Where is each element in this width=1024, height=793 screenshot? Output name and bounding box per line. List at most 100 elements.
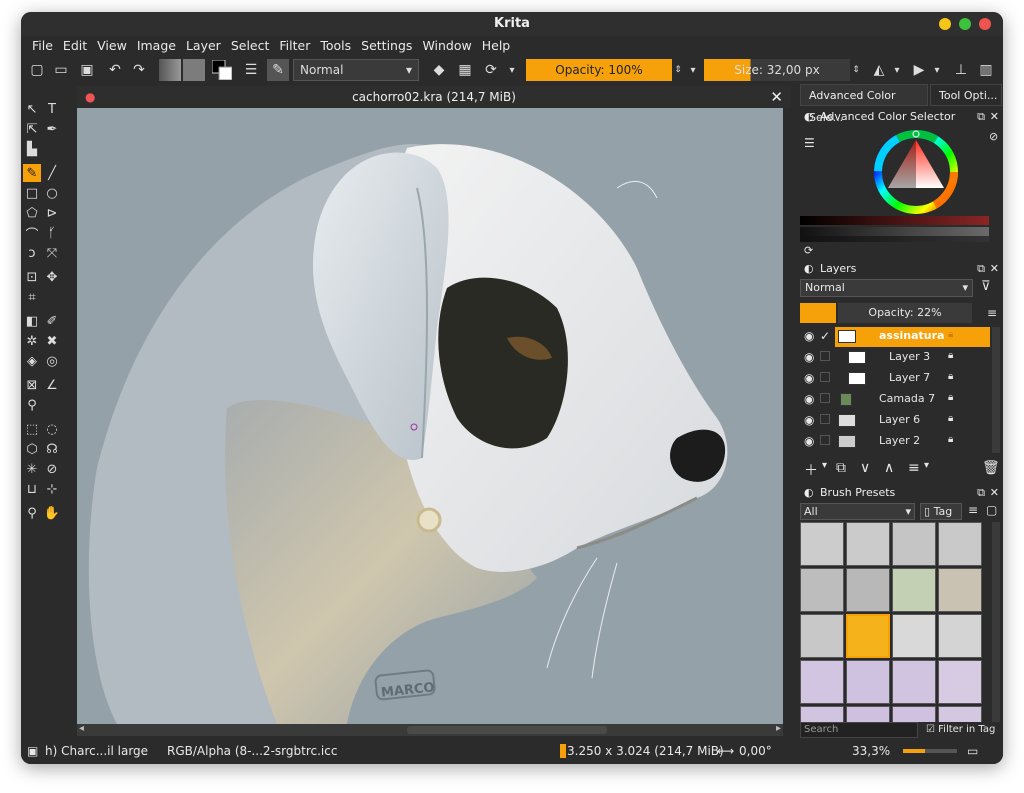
brush-preset-tile[interactable]: [800, 706, 844, 722]
brush-preset-tile[interactable]: [800, 568, 844, 612]
layer-checkbox[interactable]: [820, 435, 830, 445]
menu-window[interactable]: Window: [417, 36, 476, 56]
brush-preset-icon[interactable]: ✎: [267, 59, 289, 81]
freehand-brush-icon[interactable]: ✎: [23, 164, 41, 182]
brush-preset-tile[interactable]: [892, 614, 936, 658]
brush-preset-tile[interactable]: [846, 522, 890, 566]
tag-button[interactable]: ▯ Tag: [920, 503, 962, 520]
close-panel-icon[interactable]: ✕: [990, 108, 999, 126]
brush-preset-tile[interactable]: [800, 614, 844, 658]
filter-in-tag-checkbox[interactable]: ☑ Filter in Tag: [926, 722, 995, 738]
layer-row[interactable]: ◉ ✓ assinatura 🔒︎: [800, 327, 990, 347]
new-document-icon[interactable]: ▢: [27, 59, 47, 81]
refresh-palette-icon[interactable]: ⟳: [804, 244, 813, 257]
layer-lock-icon[interactable]: 🔒︎: [948, 350, 953, 361]
color-picker-icon[interactable]: ✐: [43, 312, 61, 330]
wrap-around-icon[interactable]: ⊥: [951, 59, 971, 81]
multibrush-icon[interactable]: ⤧: [43, 244, 61, 262]
layer-row[interactable]: ◉ Layer 2 🔒︎: [800, 432, 990, 452]
layer-lock-icon[interactable]: 🔒︎: [948, 434, 953, 445]
layer-row[interactable]: ◉ Layer 7 🔒︎: [800, 369, 990, 389]
brush-list-view-icon[interactable]: ≡: [968, 503, 978, 517]
fullscreen-icon[interactable]: ▭: [967, 744, 978, 758]
brush-preset-tile[interactable]: [846, 660, 890, 704]
freehand-path-icon[interactable]: ᚶ: [43, 224, 61, 242]
menu-layer[interactable]: Layer: [181, 36, 226, 56]
brush-preset-tile[interactable]: [938, 522, 982, 566]
shade-bar-3[interactable]: [800, 236, 989, 242]
bezier-select-icon[interactable]: ⊔: [23, 480, 41, 498]
fg-bg-color-icon[interactable]: [211, 59, 233, 81]
tab-tool-options[interactable]: Tool Opti...: [930, 84, 1002, 106]
brush-preset-tile[interactable]: [938, 614, 982, 658]
brush-preset-tile[interactable]: [800, 522, 844, 566]
layer-checkbox[interactable]: ✓: [820, 329, 830, 343]
menu-tools[interactable]: Tools: [315, 36, 356, 56]
save-icon[interactable]: ▣: [77, 59, 97, 81]
rectangle-tool-icon[interactable]: □: [23, 184, 41, 202]
scroll-left-icon[interactable]: ◂: [79, 723, 84, 734]
image-dimensions-label[interactable]: 3.250 x 3.024 (214,7 MiB): [567, 744, 724, 758]
rect-select-icon[interactable]: ⬚: [23, 420, 41, 438]
duplicate-layer-icon[interactable]: ⧉: [836, 460, 846, 476]
hscroll-thumb[interactable]: [407, 726, 607, 734]
menu-view[interactable]: View: [92, 36, 132, 56]
close-document-icon[interactable]: ✕: [770, 86, 783, 108]
layer-row[interactable]: ◉ Layer 6 🔒︎: [800, 411, 990, 431]
brush-preset-tile[interactable]: [846, 568, 890, 612]
similar-select-icon[interactable]: ⊘: [43, 460, 61, 478]
close-brushes-icon[interactable]: ✕: [990, 484, 999, 502]
alpha-lock-icon[interactable]: ▦: [455, 59, 475, 81]
layer-properties-icon[interactable]: ≡: [908, 460, 920, 476]
layer-row[interactable]: ◉ Layer 3 🔒︎: [800, 348, 990, 368]
minimize-button[interactable]: [939, 18, 951, 30]
menu-filter[interactable]: Filter: [274, 36, 315, 56]
menu-edit[interactable]: Edit: [58, 36, 92, 56]
layer-checkbox[interactable]: [820, 393, 830, 403]
brush-preset-tile[interactable]: [800, 660, 844, 704]
dynamic-brush-icon[interactable]: ↄ: [23, 244, 41, 262]
brush-preset-tile[interactable]: [892, 522, 936, 566]
crop-tool-icon[interactable]: ⌗: [23, 288, 41, 306]
float-layers-icon[interactable]: ⧉: [977, 260, 985, 278]
menu-help[interactable]: Help: [477, 36, 516, 56]
layer-checkbox[interactable]: [820, 414, 830, 424]
color-space-label[interactable]: RGB/Alpha (8-...2-srgbtrc.icc: [167, 744, 337, 758]
mirror-h-dropdown-icon[interactable]: ▾: [891, 59, 903, 81]
layer-lock-icon[interactable]: 🔒︎: [948, 413, 953, 424]
polyline-tool-icon[interactable]: ⊳: [43, 204, 61, 222]
smart-patch-icon[interactable]: ✲: [23, 332, 41, 350]
tab-advanced-color[interactable]: Advanced Color Sele...: [800, 84, 928, 124]
layer-checkbox[interactable]: [820, 351, 830, 361]
ellipse-tool-icon[interactable]: ○: [43, 184, 61, 202]
visibility-eye-icon[interactable]: ◉: [804, 371, 814, 385]
opacity-spin[interactable]: ⇕: [673, 59, 683, 81]
layer-properties-dropdown-icon[interactable]: ▾: [924, 460, 929, 471]
zoom-value[interactable]: 33,3%: [852, 744, 890, 758]
undo-icon[interactable]: ↶: [105, 59, 125, 81]
maximize-button[interactable]: [959, 18, 971, 30]
enclose-fill-icon[interactable]: ◎: [43, 352, 61, 370]
layer-opacity-slider[interactable]: Opacity: 22%: [838, 303, 972, 323]
add-layer-dropdown-icon[interactable]: ▾: [822, 460, 827, 471]
brush-preset-tile[interactable]: [938, 660, 982, 704]
polygon-tool-icon[interactable]: ⬠: [23, 204, 41, 222]
workspace-icon[interactable]: ▥: [976, 59, 996, 81]
brush-preset-tile[interactable]: [892, 568, 936, 612]
brush-preset-tile[interactable]: [938, 568, 982, 612]
reference-tool-icon[interactable]: ⚲: [23, 396, 41, 414]
layer-lock-icon[interactable]: 🔒︎: [948, 392, 953, 403]
close-layers-icon[interactable]: ✕: [990, 260, 999, 278]
layer-blend-select[interactable]: Normal ▾: [800, 279, 973, 297]
layer-lock-icon[interactable]: 🔒︎: [948, 371, 953, 382]
brush-preset-tile[interactable]: [892, 660, 936, 704]
brush-settings-icon[interactable]: ☰: [241, 59, 261, 81]
brush-settings-icon[interactable]: ▢: [986, 503, 997, 517]
opacity-dropdown-icon[interactable]: ▾: [686, 59, 700, 81]
reload-icon[interactable]: ⟳: [481, 59, 501, 81]
visibility-eye-icon[interactable]: ◉: [804, 434, 814, 448]
mirror-vertical-icon[interactable]: ▶: [909, 59, 929, 81]
visibility-eye-icon[interactable]: ◉: [804, 413, 814, 427]
assistant-icon[interactable]: ▙: [23, 140, 41, 158]
size-spin[interactable]: ⇕: [851, 59, 861, 81]
